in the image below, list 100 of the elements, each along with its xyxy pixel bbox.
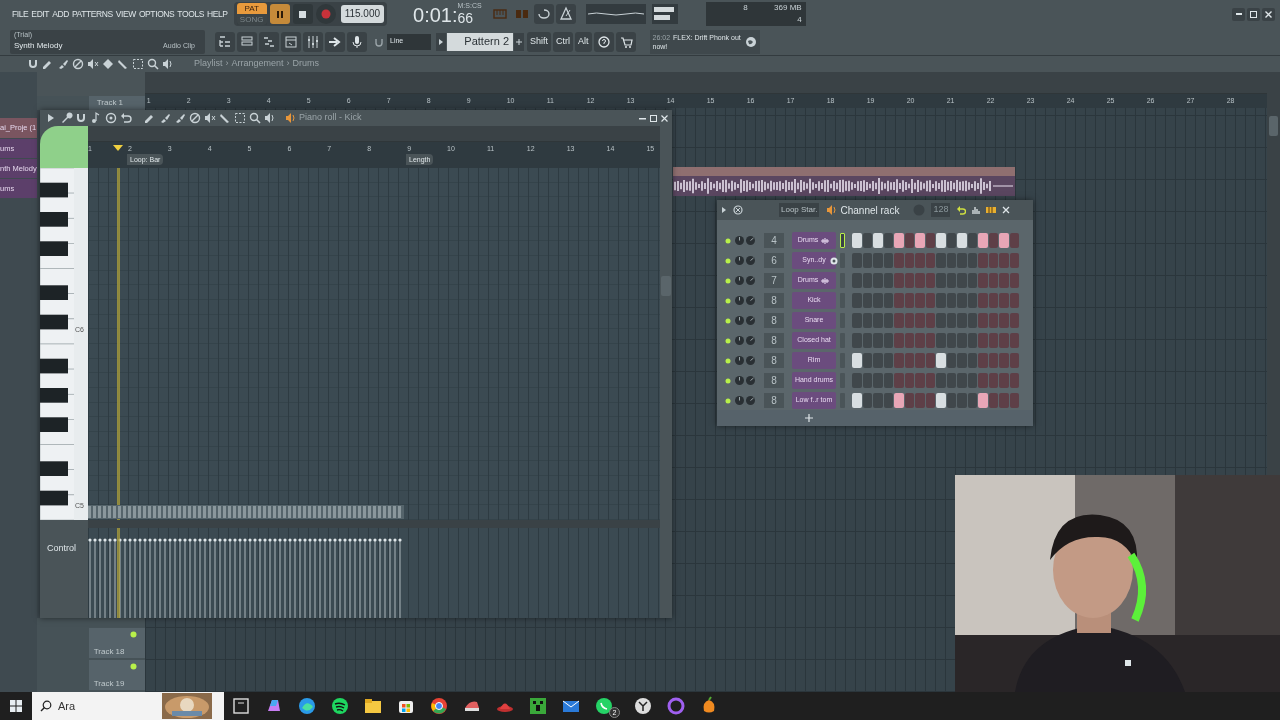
toolbar-button[interactable] [281,31,301,52]
step-button[interactable] [852,393,862,408]
step-button[interactable] [852,353,862,368]
loop-start-label[interactable]: Loop Star. [779,203,820,217]
step-button[interactable] [988,233,998,248]
step-button[interactable] [904,273,914,288]
step-button[interactable] [883,373,893,388]
toolbar-button[interactable] [325,31,345,52]
mixer-track-number[interactable]: 8 [764,333,784,348]
window-button[interactable] [1262,7,1275,21]
windows-icon[interactable] [10,700,22,712]
step-button[interactable] [978,253,988,268]
volume-knob-icon[interactable] [746,276,755,285]
step-button[interactable] [936,233,946,248]
mute-led-icon[interactable] [725,297,731,304]
step-button[interactable] [862,293,872,308]
menu-item[interactable]: VIEW [115,7,136,21]
shop-button[interactable] [615,31,636,52]
step-button[interactable] [1009,353,1019,368]
step-button[interactable] [1009,333,1019,348]
step-button[interactable] [925,293,935,308]
step-button[interactable] [883,393,893,408]
step-button[interactable] [946,353,956,368]
step-button[interactable] [915,333,925,348]
step-button[interactable] [978,353,988,368]
scrollbar-thumb[interactable] [661,276,671,296]
step-button[interactable] [957,293,967,308]
step-button[interactable] [936,293,946,308]
mixer-track-number[interactable]: 8 [764,373,784,388]
step-button[interactable] [957,393,967,408]
step-button[interactable] [936,373,946,388]
pattern-selector[interactable]: Pattern 2 [447,32,513,51]
step-button[interactable] [988,393,998,408]
mixer-track-number[interactable]: 8 [764,393,784,408]
menu-item[interactable]: EDIT [31,7,50,21]
step-button[interactable] [999,373,1009,388]
pan-knob-icon[interactable] [735,316,744,325]
step-button[interactable] [999,313,1009,328]
step-button[interactable] [883,273,893,288]
track-header[interactable]: Track 19 [88,660,145,690]
step-button[interactable] [852,253,862,268]
window-button[interactable] [1232,7,1245,21]
speaker-icon[interactable] [284,111,296,125]
step-button[interactable] [925,313,935,328]
piano-keys-drawing[interactable] [40,168,74,520]
menu-item[interactable]: FILE [12,7,29,21]
step-button[interactable] [946,373,956,388]
pan-knob-icon[interactable] [735,276,744,285]
step-button[interactable] [978,313,988,328]
step-button[interactable] [894,273,904,288]
step-button[interactable] [862,393,872,408]
step-button[interactable] [946,333,956,348]
maximize-icon[interactable] [650,114,657,122]
step-button[interactable] [999,353,1009,368]
step-button[interactable] [988,293,998,308]
mute-led-icon[interactable] [725,257,731,264]
tempo-field[interactable]: 115.000 [340,5,385,23]
step-button[interactable] [978,333,988,348]
step-button[interactable] [967,313,977,328]
volume-knob-icon[interactable] [746,296,755,305]
step-button[interactable] [967,293,977,308]
mute-led-icon[interactable] [725,337,731,344]
step-button[interactable] [1009,293,1019,308]
step-button[interactable] [862,353,872,368]
step-button[interactable] [873,313,883,328]
pan-knob-icon[interactable] [735,236,744,245]
close-icon[interactable] [1001,205,1012,215]
step-button[interactable] [904,353,914,368]
step-button[interactable] [852,293,862,308]
step-button[interactable] [946,393,956,408]
mute-led-icon[interactable] [725,357,731,364]
step-button[interactable] [967,233,977,248]
toolbar-button[interactable] [303,31,323,52]
scrollbar-thumb[interactable] [1268,116,1278,136]
step-button[interactable] [925,373,935,388]
menu-item[interactable]: PATTERNS [71,7,113,21]
playlist-scrollbar[interactable] [144,72,1267,94]
step-button[interactable] [936,333,946,348]
step-button[interactable] [957,233,967,248]
selection-icon[interactable] [131,57,145,71]
step-button[interactable] [936,253,946,268]
track-header[interactable]: Track 18 [88,628,145,658]
minimize-icon[interactable] [639,117,646,120]
step-button[interactable] [904,253,914,268]
step-button[interactable] [873,253,883,268]
step-button[interactable] [936,273,946,288]
step-button[interactable] [873,273,883,288]
step-button[interactable] [894,393,904,408]
piano-icon[interactable] [986,205,997,215]
speaker-icon[interactable] [825,203,838,217]
step-button[interactable] [883,353,893,368]
step-button[interactable] [904,373,914,388]
step-button[interactable] [1009,273,1019,288]
help-button[interactable] [593,31,614,52]
mixer-track-number[interactable]: 8 [764,353,784,368]
step-button[interactable] [904,293,914,308]
piano-roll-scrollbar[interactable] [88,126,660,142]
add-pattern-button[interactable] [514,32,524,51]
step-button[interactable] [852,273,862,288]
control-label[interactable]: Control [47,543,76,553]
